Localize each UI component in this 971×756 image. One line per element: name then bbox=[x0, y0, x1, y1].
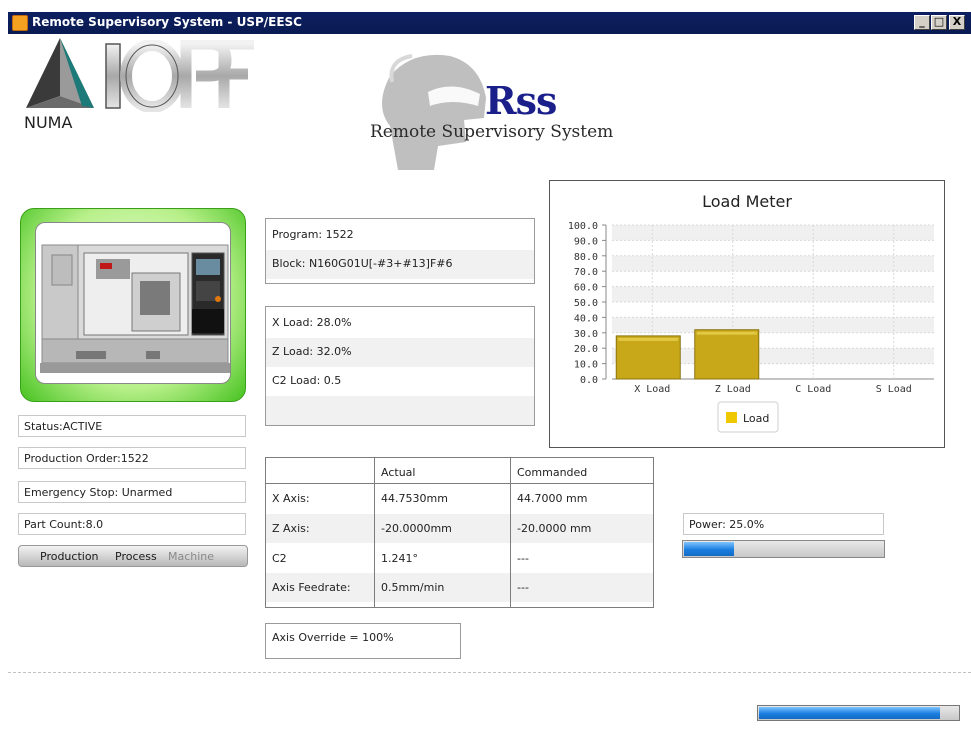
block-label: Block: N160G01U[-#3+#13]F#6 bbox=[266, 250, 534, 279]
rss-title: Rss bbox=[485, 78, 557, 123]
grid-band bbox=[612, 286, 934, 302]
divider bbox=[8, 672, 971, 673]
load-meter-chart: Load Meter 0.0 10.0 20.0 30.0 40.0 50.0 60.0 70.… bbox=[549, 180, 945, 448]
table-cell-commanded: --- bbox=[517, 552, 529, 565]
iopf-logo bbox=[105, 40, 254, 112]
c2-load-label: C2 Load: 0.5 bbox=[272, 374, 342, 387]
y-tick-label: 0.0 bbox=[580, 375, 598, 386]
load-meter-svg: Load Meter 0.0 10.0 20.0 30.0 40.0 50.0 60.0 70.… bbox=[568, 192, 934, 433]
program-panel: Program: 1522 Block: N160G01U[-#3+#13]F#… bbox=[265, 218, 535, 284]
window-title: Remote Supervisory System - USP/EESC bbox=[32, 15, 302, 29]
x-tick-label: Z Load bbox=[715, 384, 751, 395]
x-load-label: X Load: 28.0% bbox=[272, 316, 352, 329]
legend-swatch bbox=[726, 412, 737, 423]
power-progress-fill bbox=[684, 542, 735, 556]
y-tick-label: 50.0 bbox=[574, 298, 598, 309]
table-row-label: X Axis: bbox=[272, 492, 310, 505]
status-progress-bar bbox=[757, 705, 960, 721]
java-app-icon bbox=[12, 15, 28, 31]
loads-panel: X Load: 28.0% Z Load: 32.0% C2 Load: 0.5 bbox=[265, 306, 535, 426]
y-tick-label: 30.0 bbox=[574, 329, 598, 340]
bar-z-load bbox=[694, 329, 760, 380]
maximize-button[interactable]: □ bbox=[931, 15, 947, 30]
y-tick-label: 40.0 bbox=[574, 313, 598, 324]
y-tick-label: 20.0 bbox=[574, 344, 598, 355]
rss-subtitle: Remote Supervisory System bbox=[370, 122, 614, 142]
grid-band bbox=[612, 255, 934, 272]
tab-machine[interactable]: Machine bbox=[168, 550, 214, 563]
production-order-field: Production Order:1522 bbox=[18, 447, 246, 469]
y-tick-label: 90.0 bbox=[574, 236, 598, 247]
bar-highlight bbox=[696, 331, 757, 335]
emergency-stop-field: Emergency Stop: Unarmed bbox=[18, 481, 246, 503]
x-tick-label: X Load bbox=[634, 384, 670, 395]
table-cell-commanded: --- bbox=[511, 573, 653, 602]
table-cell-commanded: 44.7000 mm bbox=[517, 492, 588, 505]
title-bar[interactable]: Remote Supervisory System - USP/EESC _ □… bbox=[8, 12, 971, 34]
legend-label: Load bbox=[743, 412, 769, 425]
bar-highlight bbox=[618, 337, 679, 341]
axis-override-field: Axis Override = 100% bbox=[265, 623, 461, 659]
program-label: Program: 1522 bbox=[272, 228, 354, 241]
status-field: Status:ACTIVE bbox=[18, 415, 246, 437]
tab-process[interactable]: Process bbox=[115, 550, 157, 563]
table-cell-actual: 44.7530mm bbox=[381, 492, 448, 505]
y-tick-label: 10.0 bbox=[574, 360, 598, 371]
y-tick-label: 100.0 bbox=[568, 221, 598, 232]
grid-band bbox=[612, 317, 934, 333]
z-load-label: Z Load: 32.0% bbox=[266, 338, 534, 367]
y-tick-label: 60.0 bbox=[574, 283, 598, 294]
table-cell-actual: -20.0000mm bbox=[375, 514, 510, 543]
y-tick-label: 70.0 bbox=[574, 267, 598, 278]
close-button[interactable]: X bbox=[949, 15, 965, 30]
table-row-label: C2 bbox=[272, 552, 287, 565]
numa-logo-text: NUMA bbox=[24, 113, 73, 132]
chart-title: Load Meter bbox=[702, 192, 792, 211]
table-cell-commanded: -20.0000 mm bbox=[511, 514, 653, 543]
cnc-lathe-image bbox=[35, 222, 231, 384]
grid-band bbox=[612, 225, 934, 241]
table-cell-actual: 0.5mm/min bbox=[375, 573, 510, 602]
view-tab-bar: Production Process Machine bbox=[18, 545, 248, 567]
axis-table: Actual Commanded X Axis: 44.7530mm 44.70… bbox=[265, 457, 654, 608]
minimize-button[interactable]: _ bbox=[914, 15, 930, 30]
y-tick-label: 80.0 bbox=[574, 252, 598, 263]
bar-x-load bbox=[615, 335, 681, 380]
power-label: Power: 25.0% bbox=[683, 513, 884, 535]
x-tick-label: S Load bbox=[876, 384, 912, 395]
status-progress-fill bbox=[759, 707, 940, 719]
part-count-field: Part Count:8.0 bbox=[18, 513, 246, 535]
table-cell-actual: 1.241° bbox=[381, 552, 418, 565]
empty-load-row bbox=[266, 396, 534, 425]
tab-production[interactable]: Production bbox=[40, 550, 99, 563]
table-row-label: Axis Feedrate: bbox=[266, 573, 374, 602]
power-progress-bar bbox=[682, 540, 885, 558]
x-tick-label: C Load bbox=[795, 384, 831, 395]
table-row-label: Z Axis: bbox=[266, 514, 374, 543]
